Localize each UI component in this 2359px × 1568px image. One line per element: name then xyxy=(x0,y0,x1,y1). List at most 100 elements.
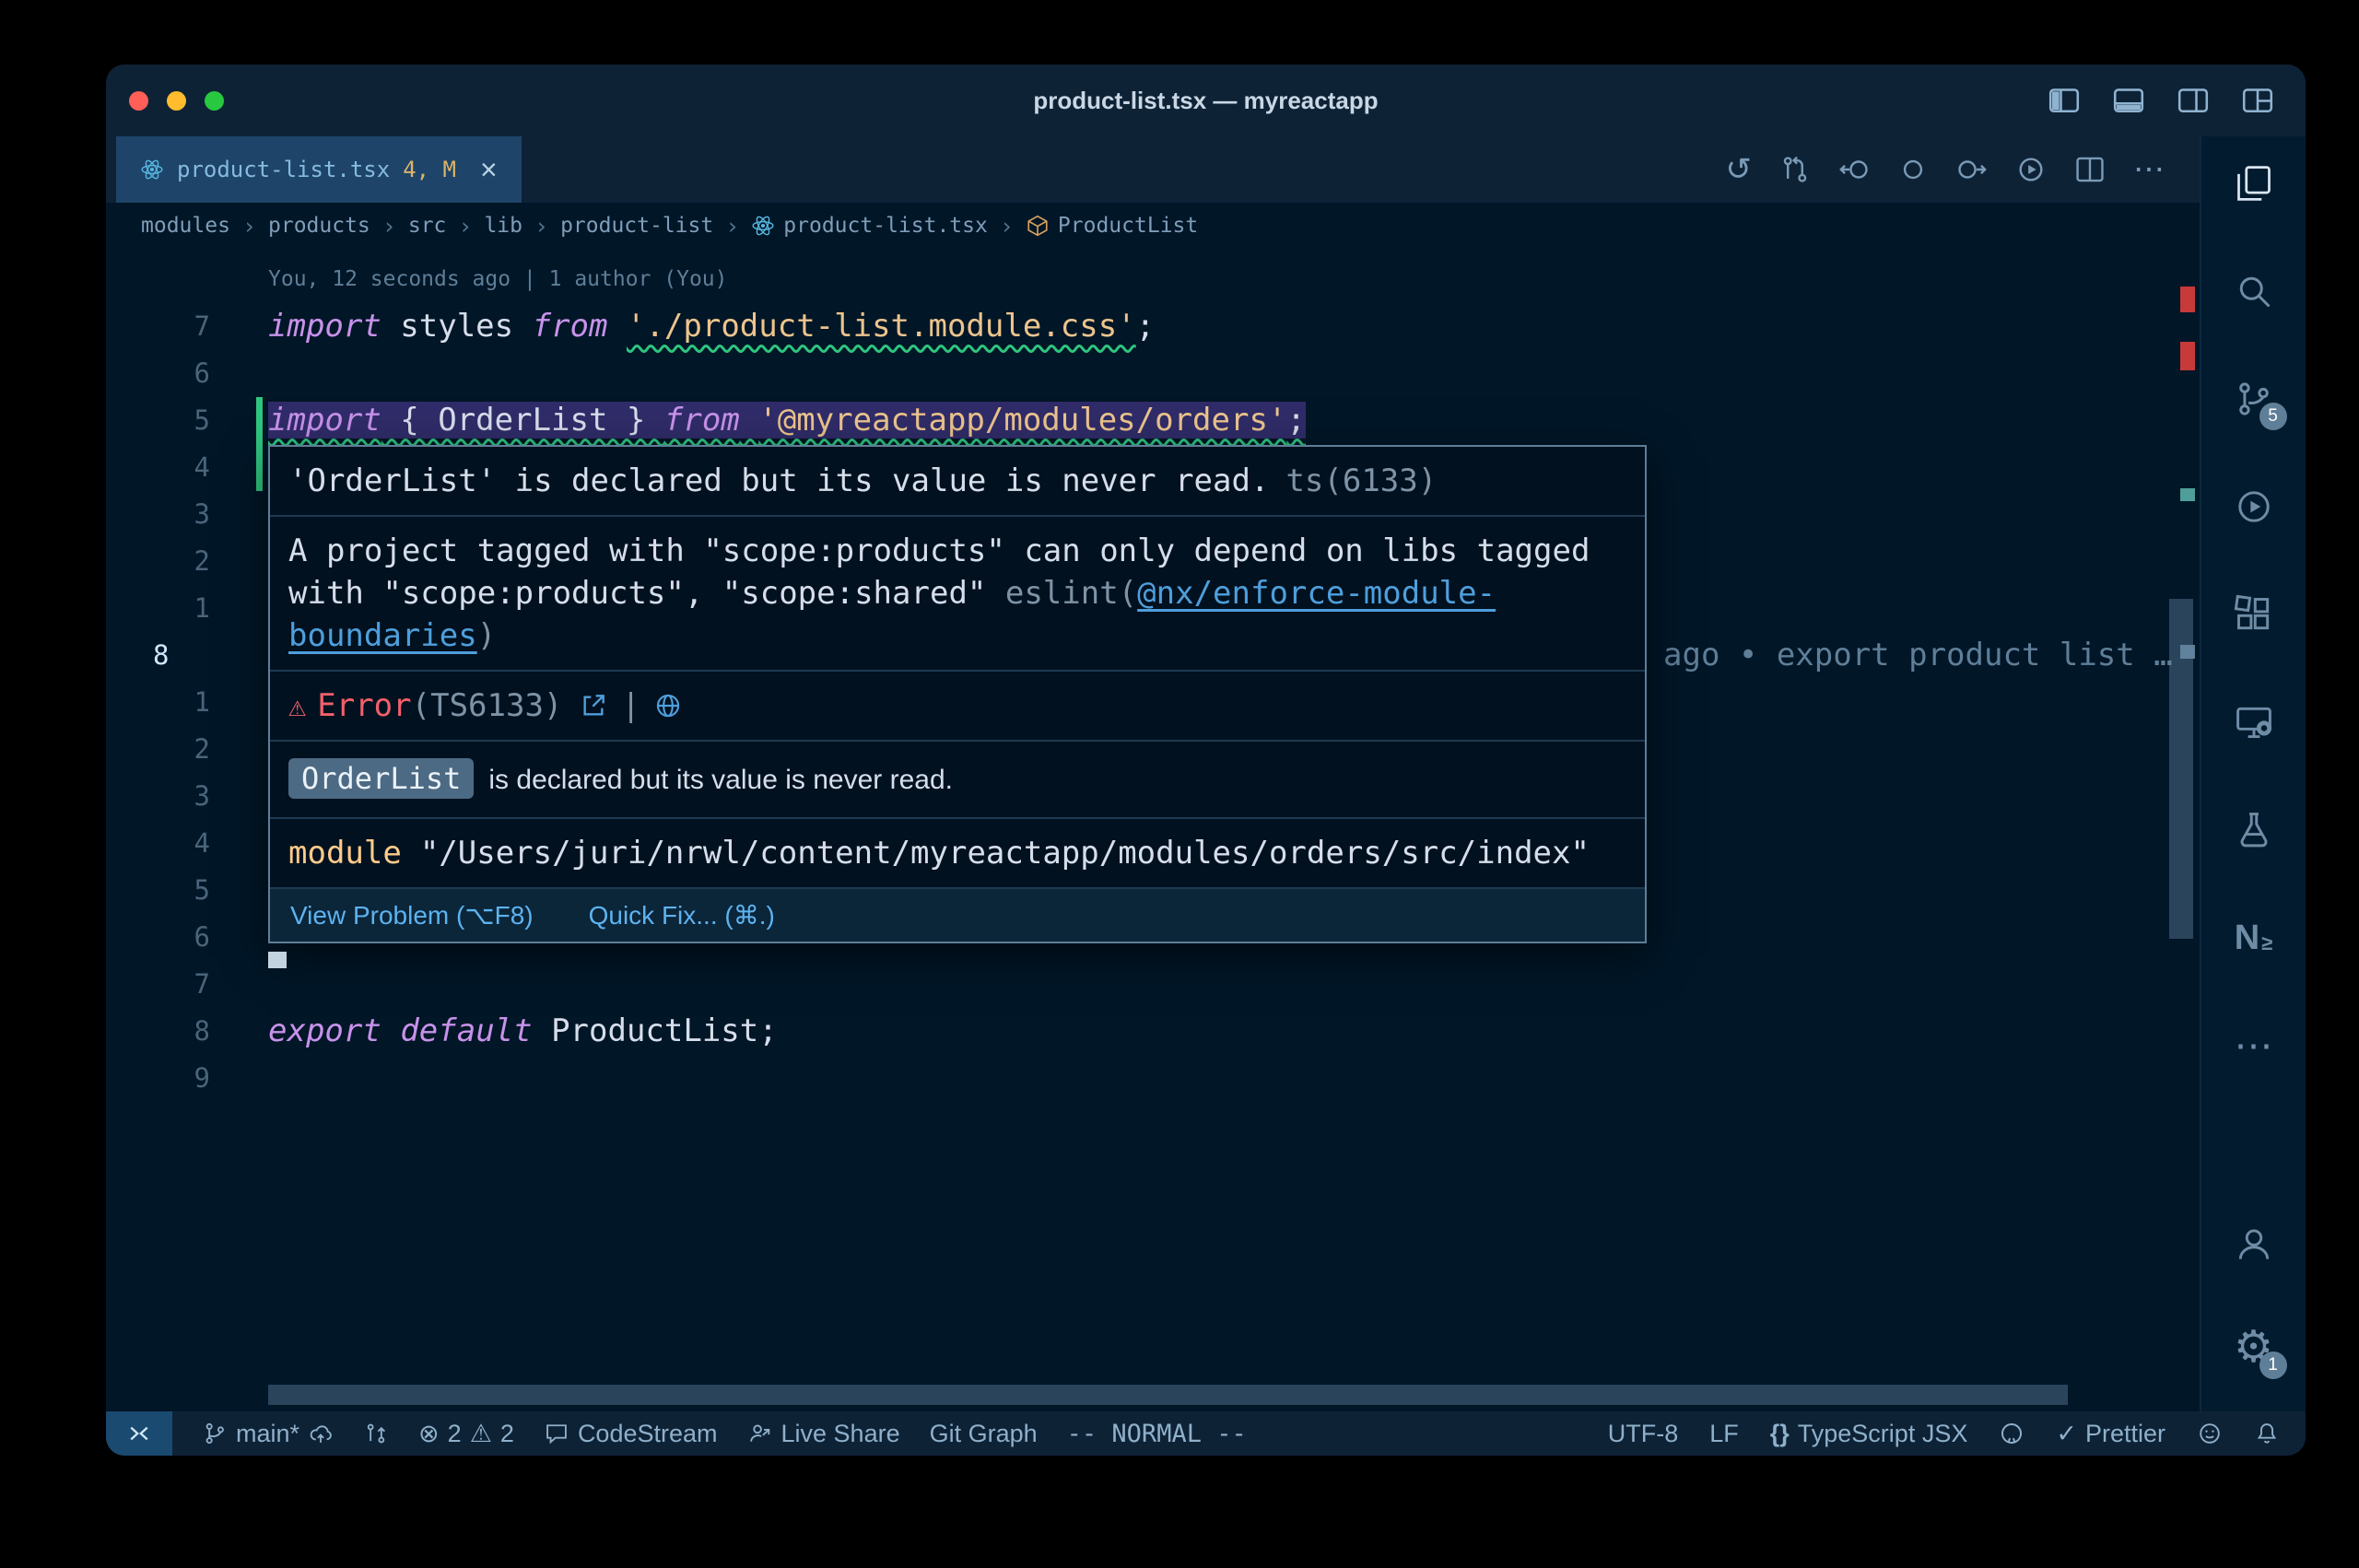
horizontal-scrollbar[interactable] xyxy=(268,1385,2068,1405)
comment-bubble-icon xyxy=(544,1421,569,1446)
account-icon[interactable] xyxy=(2228,1221,2280,1269)
remote-indicator[interactable] xyxy=(106,1411,172,1456)
github-icon[interactable] xyxy=(1999,1421,2025,1446)
line-number[interactable]: 9 xyxy=(106,1055,253,1102)
status-bar: main* ⊗ 2 ⚠ 2 CodeStream Live Share Gi xyxy=(106,1411,2306,1456)
breadcrumb-products[interactable]: products xyxy=(268,214,370,238)
source-control-icon[interactable]: 5 xyxy=(2228,375,2280,423)
tab-bar: product-list.tsx 4, M × ↺ ⋯ xyxy=(106,136,2200,203)
line-number[interactable]: 2 xyxy=(106,538,253,585)
explorer-icon[interactable] xyxy=(2228,159,2280,207)
breadcrumb-separator: › xyxy=(458,213,472,240)
line-number[interactable]: 7 xyxy=(106,303,253,350)
toggle-sidebar-icon[interactable] xyxy=(2048,87,2081,115)
compare-branch-button[interactable] xyxy=(363,1421,389,1446)
toggle-secondary-sidebar-icon[interactable] xyxy=(2177,87,2210,115)
code-line-import-styles: 7 import styles from './product-list.mod… xyxy=(106,303,2200,350)
live-share-indicator[interactable]: Live Share xyxy=(747,1420,900,1448)
zoom-window-button[interactable] xyxy=(205,91,224,111)
breadcrumb-separator: › xyxy=(725,213,739,240)
line-number[interactable]: 4 xyxy=(106,444,253,491)
hover-actions: View Problem (⌥F8) Quick Fix... (⌘.) xyxy=(270,887,1645,942)
editor-group: product-list.tsx 4, M × ↺ ⋯ modules xyxy=(106,136,2200,1411)
extensions-icon[interactable] xyxy=(2228,591,2280,638)
quick-fix-link[interactable]: Quick Fix... (⌘.) xyxy=(589,900,775,930)
line-number[interactable]: 5 xyxy=(106,867,253,914)
settings-gear-icon[interactable]: ⚙ 1 xyxy=(2228,1324,2280,1372)
code-line: 9 xyxy=(106,1055,2200,1102)
code-text[interactable]: export default ProductList; xyxy=(253,1008,778,1055)
branch-indicator[interactable]: main* xyxy=(202,1420,334,1448)
breadcrumb-separator: › xyxy=(242,213,256,240)
line-number[interactable]: 2 xyxy=(106,726,253,773)
line-number[interactable]: 1 xyxy=(106,585,253,632)
code-line-import-orderlist: 5 import { OrderList } from '@myreactapp… xyxy=(106,397,2200,444)
line-number[interactable]: 5 xyxy=(106,397,253,444)
eol-indicator[interactable]: LF xyxy=(1709,1420,1739,1448)
run-file-icon[interactable] xyxy=(2015,154,2047,185)
breadcrumb-modules[interactable]: modules xyxy=(141,214,230,238)
status-bar-left: main* ⊗ 2 ⚠ 2 CodeStream Live Share Gi xyxy=(106,1411,1247,1456)
record-circle-icon[interactable] xyxy=(1897,154,1929,185)
additional-views-icon[interactable]: ⋯ xyxy=(2228,1022,2280,1070)
codestream-indicator[interactable]: CodeStream xyxy=(544,1420,718,1448)
error-code: (TS6133) xyxy=(412,685,563,727)
breadcrumb-src[interactable]: src xyxy=(408,214,447,238)
timeline-icon[interactable]: ↺ xyxy=(1726,154,1753,185)
navigate-forward-icon[interactable] xyxy=(1956,154,1988,185)
error-label: Error xyxy=(317,685,411,727)
orderlist-chip: OrderList xyxy=(288,758,474,799)
feedback-icon[interactable] xyxy=(2197,1421,2223,1446)
vertical-scrollbar[interactable] xyxy=(2169,599,2193,939)
overview-error-mark xyxy=(2180,342,2195,370)
toggle-panel-icon[interactable] xyxy=(2112,87,2145,115)
notifications-bell-icon[interactable] xyxy=(2254,1421,2280,1446)
encoding-indicator[interactable]: UTF-8 xyxy=(1608,1420,1679,1448)
breadcrumb-symbol[interactable]: ProductList xyxy=(1026,214,1198,238)
line-number[interactable]: 6 xyxy=(106,350,253,397)
module-path: "/Users/juri/nrwl/content/myreactapp/mod… xyxy=(420,835,1590,872)
more-actions-icon[interactable]: ⋯ xyxy=(2133,154,2165,185)
vim-mode-indicator: -- NORMAL -- xyxy=(1067,1420,1247,1448)
code-text[interactable]: import styles from './product-list.modul… xyxy=(253,303,1155,350)
code-text[interactable]: import { OrderList } from '@myreactapp/m… xyxy=(253,397,1306,444)
breadcrumb-lib[interactable]: lib xyxy=(484,214,522,238)
line-number[interactable]: 4 xyxy=(106,820,253,867)
hover-module-row: module"/Users/juri/nrwl/content/myreacta… xyxy=(270,817,1645,887)
line-number[interactable]: 7 xyxy=(106,961,253,1008)
minimize-window-button[interactable] xyxy=(167,91,186,111)
line-number[interactable]: 1 xyxy=(106,679,253,726)
tab-product-list[interactable]: product-list.tsx 4, M × xyxy=(116,136,522,203)
current-line-number[interactable]: 8 xyxy=(106,632,253,679)
prettier-indicator[interactable]: ✓ Prettier xyxy=(2056,1420,2165,1448)
open-external-icon[interactable] xyxy=(579,691,608,720)
check-icon: ✓ xyxy=(2056,1420,2077,1448)
globe-icon[interactable] xyxy=(653,691,683,720)
line-number[interactable]: 3 xyxy=(106,491,253,538)
breadcrumb-file[interactable]: product-list.tsx xyxy=(751,214,988,238)
view-problem-link[interactable]: View Problem (⌥F8) xyxy=(290,900,534,930)
line-number[interactable]: 8 xyxy=(106,1008,253,1055)
remote-explorer-icon[interactable] xyxy=(2228,698,2280,746)
language-indicator[interactable]: {} TypeScript JSX xyxy=(1770,1420,1968,1448)
tab-close-icon[interactable]: × xyxy=(480,155,498,184)
git-graph-indicator[interactable]: Git Graph xyxy=(930,1420,1038,1448)
problems-indicator[interactable]: ⊗ 2 ⚠ 2 xyxy=(418,1420,514,1448)
status-bar-right: UTF-8 LF {} TypeScript JSX ✓ Prettier xyxy=(1608,1420,2306,1448)
split-editor-icon[interactable] xyxy=(2074,154,2106,185)
error-hover-tooltip: 'OrderList' is declared but its value is… xyxy=(268,445,1647,943)
testing-icon[interactable] xyxy=(2228,806,2280,854)
code-editor[interactable]: You, 12 seconds ago | 1 author (You) 7 i… xyxy=(106,249,2200,1411)
run-debug-icon[interactable] xyxy=(2228,483,2280,531)
search-icon[interactable] xyxy=(2228,267,2280,315)
line-number[interactable]: 6 xyxy=(106,914,253,961)
symbol-cube-icon xyxy=(1026,214,1050,238)
braces-icon: {} xyxy=(1770,1420,1790,1448)
customize-layout-icon[interactable] xyxy=(2241,87,2274,115)
nx-console-icon[interactable]: N≥ xyxy=(2228,914,2280,962)
close-window-button[interactable] xyxy=(129,91,148,111)
navigate-back-icon[interactable] xyxy=(1838,154,1870,185)
git-compare-icon[interactable] xyxy=(1779,154,1811,185)
breadcrumb-product-list[interactable]: product-list xyxy=(560,214,713,238)
line-number[interactable]: 3 xyxy=(106,773,253,820)
